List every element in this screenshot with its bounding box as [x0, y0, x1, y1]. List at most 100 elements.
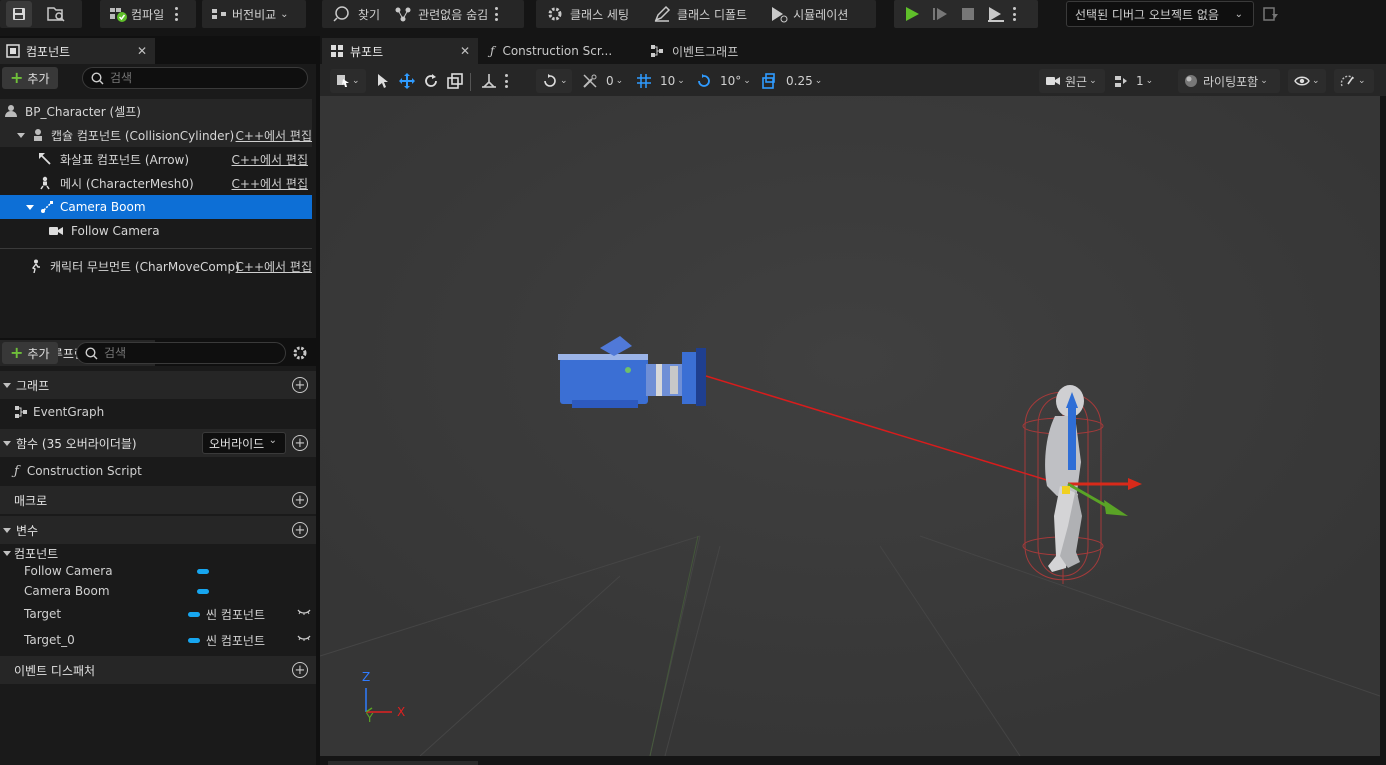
- lighting-sphere-icon: [1184, 74, 1198, 88]
- functions-section-header[interactable]: 함수 (35 오버라이더블) 오버라이드 ⌄ +: [0, 429, 316, 457]
- blueprint-search[interactable]: [76, 342, 286, 364]
- search-icon: [91, 71, 104, 85]
- variables-section-header[interactable]: 변수 +: [0, 516, 316, 544]
- play-icon[interactable]: [902, 5, 922, 23]
- transform-options-icon[interactable]: [504, 74, 508, 88]
- expand-icon[interactable]: [17, 132, 25, 138]
- eye-closed-icon[interactable]: [297, 633, 311, 643]
- chevron-down-icon: ⌄: [268, 435, 277, 446]
- edit-in-cpp-link[interactable]: C++에서 편집: [232, 175, 308, 192]
- tree-item-camera-boom[interactable]: Camera Boom: [0, 195, 312, 219]
- edit-in-cpp-link[interactable]: C++에서 편집: [236, 258, 312, 275]
- add-variable-icon[interactable]: +: [292, 522, 308, 538]
- override-dropdown[interactable]: 오버라이드 ⌄: [202, 432, 286, 454]
- add-function-icon[interactable]: +: [292, 435, 308, 451]
- add-component-button[interactable]: + 추가: [2, 67, 58, 89]
- gear-icon[interactable]: [291, 344, 309, 362]
- component-search[interactable]: [82, 67, 308, 89]
- collapse-icon[interactable]: [3, 550, 11, 556]
- translate-tool-icon[interactable]: [398, 72, 416, 90]
- tab-construction-script[interactable]: ƒ Construction Scr...: [480, 38, 636, 64]
- find-icon: [332, 5, 352, 23]
- add-blueprint-item-button[interactable]: + 추가: [2, 342, 58, 364]
- tab-components[interactable]: 컴포넌트 ✕: [0, 38, 155, 64]
- collapse-icon[interactable]: [3, 440, 11, 446]
- variable-row[interactable]: Target_0 씬 컴포넌트: [0, 629, 316, 651]
- variable-row[interactable]: Follow Camera: [0, 560, 316, 582]
- class-defaults-button[interactable]: 클래스 디폴트: [677, 6, 747, 23]
- save-icon[interactable]: [6, 1, 32, 27]
- chevron-down-icon: ⌄: [814, 76, 823, 86]
- component-search-input[interactable]: [110, 71, 283, 85]
- chevron-down-icon: ⌄: [677, 76, 685, 86]
- tree-item-capsule[interactable]: 캡슐 컴포넌트 (CollisionCylinder) C++에서 편집: [0, 123, 312, 147]
- add-graph-icon[interactable]: +: [292, 377, 308, 393]
- select-mode-dropdown[interactable]: ⌄: [330, 69, 366, 93]
- add-macro-icon[interactable]: +: [292, 492, 308, 508]
- class-defaults-icon: [653, 5, 671, 23]
- add-event-dispatcher-icon[interactable]: +: [292, 662, 308, 678]
- hide-unrelated-button[interactable]: 관련없음 숨김: [418, 6, 488, 23]
- angle-snap-toggle[interactable]: 10° ⌄: [696, 69, 751, 93]
- debug-filter-icon[interactable]: [1262, 5, 1280, 23]
- compile-options-icon[interactable]: [174, 7, 178, 21]
- variable-row[interactable]: Camera Boom: [0, 580, 316, 602]
- play-more-icon[interactable]: [1012, 7, 1016, 21]
- tree-item-follow-camera[interactable]: Follow Camera: [0, 219, 312, 243]
- event-dispatchers-section-header[interactable]: 이벤트 디스패처 +: [0, 656, 316, 684]
- find-options-icon[interactable]: [494, 7, 498, 21]
- close-icon[interactable]: ✕: [137, 44, 147, 58]
- step-icon[interactable]: [930, 5, 950, 23]
- debug-object-dropdown[interactable]: 선택된 디버그 오브젝트 없음 ⌄: [1066, 1, 1254, 27]
- simulation-button[interactable]: 시뮬레이션: [793, 6, 848, 23]
- variable-row[interactable]: Target 씬 컴포넌트: [0, 603, 316, 625]
- tree-item-arrow[interactable]: 화살표 컴포넌트 (Arrow) C++에서 편집: [0, 147, 312, 171]
- edit-in-cpp-link[interactable]: C++에서 편집: [232, 151, 308, 168]
- graph-section-header[interactable]: 그래프 +: [0, 371, 316, 399]
- scale-snap-toggle[interactable]: 0.25 ⌄: [762, 69, 822, 93]
- collapse-icon[interactable]: [3, 527, 11, 533]
- macros-section-header[interactable]: 매크로 +: [0, 486, 316, 514]
- eye-closed-icon[interactable]: [297, 607, 311, 617]
- components-category-label: 컴포넌트: [14, 546, 59, 561]
- coord-space-dropdown[interactable]: ⌄: [536, 69, 572, 93]
- diff-button[interactable]: 버전비교: [232, 6, 276, 23]
- rotation-snap-toggle[interactable]: 0 ⌄: [582, 69, 623, 93]
- lighting-mode-dropdown[interactable]: 라이팅포함 ⌄: [1178, 69, 1280, 93]
- scale-tool-icon[interactable]: [446, 72, 464, 90]
- construction-script-item[interactable]: ƒ Construction Script: [0, 460, 316, 482]
- tree-item-root[interactable]: BP_Character (셀프): [0, 99, 312, 123]
- perspective-dropdown[interactable]: 원근 ⌄: [1039, 69, 1105, 93]
- edit-in-cpp-link[interactable]: C++에서 편집: [236, 127, 312, 144]
- surface-snap-icon[interactable]: [480, 72, 498, 90]
- chevron-down-icon[interactable]: ⌄: [280, 9, 288, 20]
- camera-speed-dropdown[interactable]: 1 ⌄: [1114, 69, 1153, 93]
- tab-event-graph[interactable]: 이벤트그래프: [638, 38, 794, 64]
- close-icon[interactable]: ✕: [460, 44, 470, 58]
- stop-icon[interactable]: [958, 5, 978, 23]
- chevron-down-icon: ⌄: [1312, 76, 1320, 86]
- tree-item-char-movement[interactable]: 캐릭터 무브먼트 (CharMoveComp) C++에서 편집: [0, 254, 312, 278]
- compile-button[interactable]: 컴파일: [131, 6, 164, 23]
- blueprint-search-input[interactable]: [104, 346, 264, 360]
- viewport-tab-label: 뷰포트: [350, 44, 384, 59]
- select-tool-icon[interactable]: [376, 73, 390, 89]
- class-settings-button[interactable]: 클래스 세팅: [570, 6, 629, 23]
- find-button[interactable]: 찾기: [358, 6, 380, 23]
- expand-icon[interactable]: [26, 204, 34, 210]
- tree-item-label: BP_Character (셀프): [25, 104, 141, 119]
- scale-snap-value: 0.25: [786, 74, 813, 88]
- play-options-icon[interactable]: [986, 5, 1006, 23]
- event-graph-item[interactable]: EventGraph: [0, 401, 316, 423]
- tab-viewport[interactable]: 뷰포트 ✕: [322, 38, 478, 64]
- show-flags-dropdown[interactable]: ⌄: [1288, 69, 1326, 93]
- browse-icon[interactable]: [46, 5, 66, 23]
- rotate-tool-icon[interactable]: [422, 72, 440, 90]
- 3d-viewport[interactable]: Z Y X: [320, 96, 1380, 756]
- grid-snap-toggle[interactable]: 10 ⌄: [636, 69, 685, 93]
- tree-item-mesh[interactable]: 메시 (CharacterMesh0) C++에서 편집: [0, 171, 312, 195]
- viewport-options-dropdown[interactable]: ⌄: [1334, 69, 1374, 93]
- compile-status-icon[interactable]: [108, 5, 128, 23]
- collapse-icon[interactable]: [3, 382, 11, 388]
- diff-icon: [210, 6, 228, 22]
